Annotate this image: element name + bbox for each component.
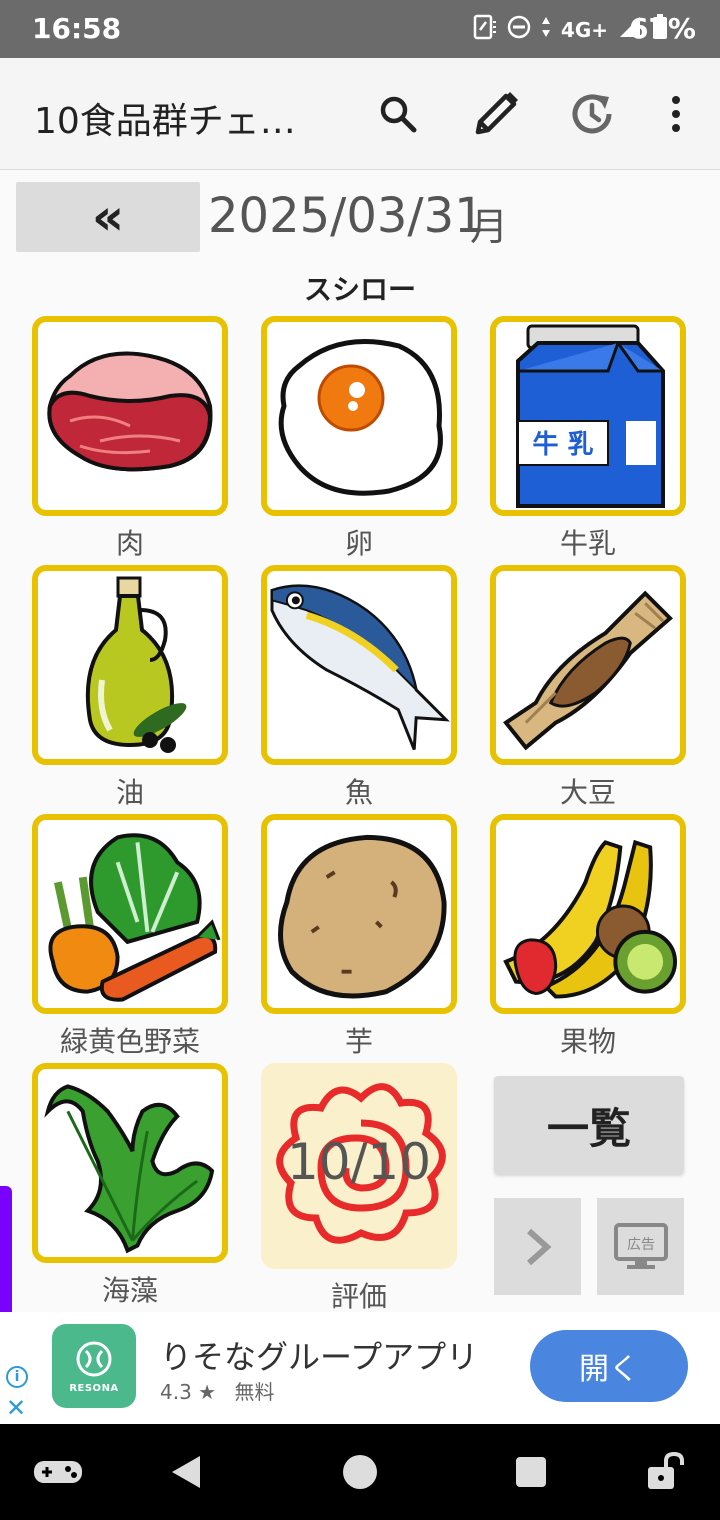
fish-icon — [270, 584, 450, 751]
food-label: 肉 — [115, 527, 144, 560]
previous-day-button[interactable]: « — [16, 182, 200, 252]
navigation-bar — [0, 1424, 720, 1520]
recents-square-icon[interactable] — [514, 1448, 548, 1496]
food-label: 緑黄色野菜 — [59, 1025, 200, 1058]
seaweed-icon — [44, 1083, 215, 1253]
meal-place: スシロー — [303, 273, 416, 306]
fruit-icon — [503, 839, 678, 999]
meat-icon — [47, 351, 213, 472]
next-button[interactable] — [494, 1198, 581, 1295]
food-label: 魚 — [344, 776, 373, 809]
current-date: 2025/03/31 — [208, 188, 485, 244]
potato-icon — [278, 834, 447, 999]
food-item-fruit[interactable]: 果物 — [490, 814, 686, 1060]
food-item-vegetables[interactable]: 緑黄色野菜 — [32, 814, 228, 1060]
food-tile[interactable] — [32, 316, 228, 516]
search-icon[interactable] — [372, 88, 424, 140]
day-of-week: 月 — [470, 205, 509, 249]
ad-banner[interactable]: RESONA りそなグループアプリ 4.3 ★ 無料 開く i ✕ — [0, 1312, 720, 1424]
gamepad-icon[interactable] — [30, 1448, 86, 1496]
food-tile[interactable] — [261, 316, 457, 516]
data-arrows-icon — [541, 15, 551, 45]
battery-percent: 67% — [628, 12, 696, 45]
ad-rating: 4.3 ★ — [160, 1380, 217, 1404]
food-item-seaweed[interactable]: 海藻 — [32, 1063, 228, 1309]
evaluation-score: 10/10 — [286, 1133, 432, 1191]
food-item-oil[interactable]: 油 — [32, 565, 228, 811]
food-tile[interactable] — [490, 565, 686, 765]
chevron-right-icon — [526, 1228, 552, 1265]
food-item-milk[interactable]: 牛 乳 牛乳 — [490, 316, 686, 562]
ad-button[interactable]: 広告 — [597, 1198, 684, 1295]
ad-logo-text: RESONA — [69, 1382, 119, 1394]
edit-pencil-icon[interactable] — [470, 88, 522, 140]
more-options-icon[interactable] — [650, 88, 702, 140]
resona-logo[interactable]: RESONA — [52, 1324, 136, 1408]
food-tile[interactable] — [261, 814, 457, 1014]
food-tile[interactable]: 牛 乳 — [490, 316, 686, 516]
app-bar: 10食品群チェ… — [0, 58, 720, 170]
resona-logo-icon — [76, 1341, 112, 1376]
back-triangle-icon[interactable] — [168, 1448, 204, 1496]
oil-icon — [85, 576, 187, 753]
egg-icon — [278, 339, 443, 496]
do-not-disturb-icon — [507, 15, 531, 45]
ad-price: 無料 — [234, 1380, 275, 1404]
history-icon[interactable] — [566, 88, 618, 140]
nfc-icon — [473, 14, 497, 46]
food-label: 海藻 — [101, 1274, 158, 1307]
food-label: 卵 — [344, 527, 373, 560]
evaluation-tile[interactable]: 10/10 — [261, 1063, 457, 1269]
status-time: 16:58 — [32, 12, 122, 45]
food-tile[interactable] — [261, 565, 457, 765]
soybean-icon — [503, 590, 673, 750]
food-item-fish[interactable]: 魚 — [261, 565, 457, 811]
food-label: 油 — [115, 776, 144, 809]
food-item-meat[interactable]: 肉 — [32, 316, 228, 562]
food-item-egg[interactable]: 卵 — [261, 316, 457, 562]
ad-button-label: 広告 — [627, 1237, 655, 1253]
ad-monitor-icon: 広告 — [613, 1222, 668, 1269]
food-item-soybean[interactable]: 大豆 — [490, 565, 686, 811]
milk-icon: 牛 乳 — [516, 324, 665, 508]
ad-title[interactable]: りそなグループアプリ — [160, 1332, 478, 1378]
food-tile[interactable] — [32, 565, 228, 765]
evaluation-label: 評価 — [330, 1280, 387, 1313]
food-tile[interactable] — [490, 814, 686, 1014]
food-tile[interactable] — [32, 1063, 228, 1263]
home-circle-icon[interactable] — [340, 1448, 380, 1496]
network-type: 4G+ — [560, 18, 608, 42]
ad-subtitle: 4.3 ★ 無料 — [160, 1376, 274, 1405]
unlock-icon[interactable] — [644, 1448, 686, 1496]
ad-open-button[interactable]: 開く — [530, 1330, 688, 1402]
vegetables-icon — [48, 832, 221, 1002]
milk-carton-text: 牛 乳 — [532, 430, 593, 460]
food-item-potato[interactable]: 芋 — [261, 814, 457, 1060]
ad-close-icon[interactable]: ✕ — [6, 1394, 26, 1422]
food-label: 牛乳 — [559, 527, 616, 560]
food-label: 果物 — [559, 1025, 616, 1058]
food-tile[interactable] — [32, 814, 228, 1014]
evaluation-cell[interactable]: 10/10 評価 — [261, 1063, 457, 1315]
list-button[interactable]: 一覧 — [494, 1076, 684, 1174]
food-label: 芋 — [344, 1025, 373, 1058]
ad-info-icon[interactable]: i — [6, 1366, 28, 1388]
status-bar: 16:58 4G+ 67% — [0, 0, 720, 58]
app-title: 10食品群チェ… — [34, 101, 296, 142]
food-label: 大豆 — [559, 776, 616, 809]
date-row: « 2025/03/31 月 — [0, 180, 720, 258]
